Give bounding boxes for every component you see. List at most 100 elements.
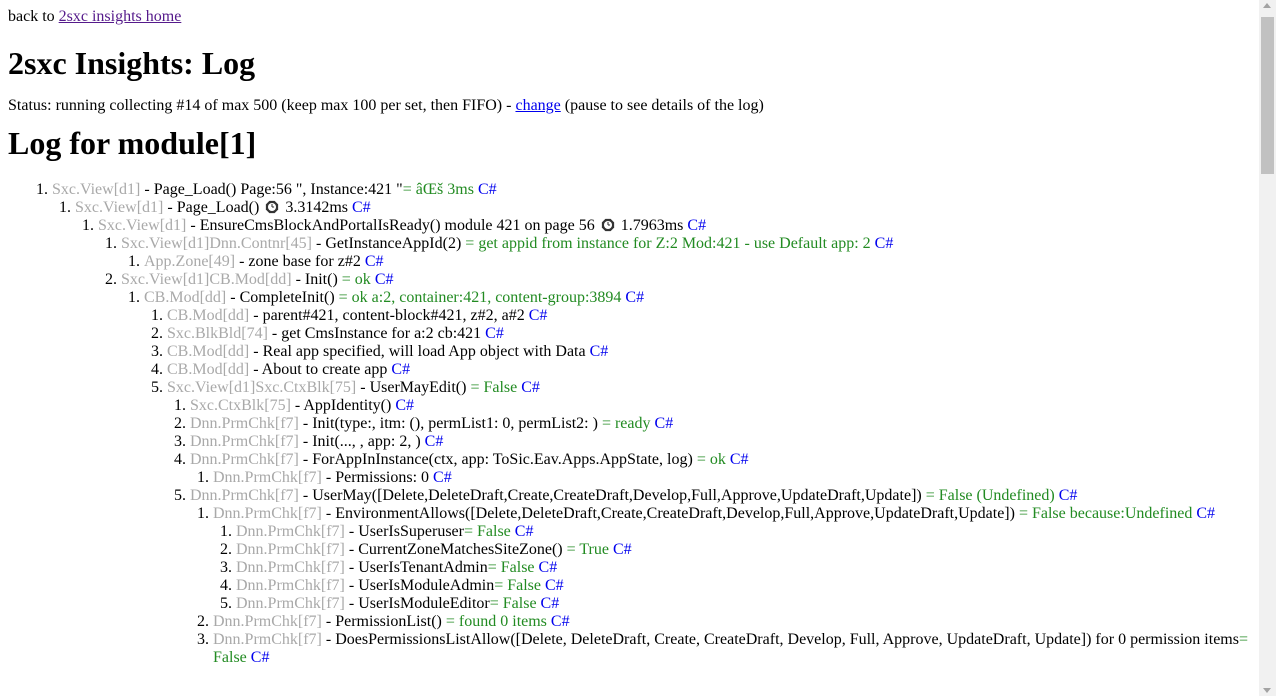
log-sublist: Dnn.PrmChk[f7] - UserIsSuperuser= False … <box>213 523 1258 613</box>
log-entry-row: Sxc.View[d1]Sxc.CtxBlk[75] - UserMayEdit… <box>167 379 1258 397</box>
log-message: - Page_Load() <box>163 199 264 216</box>
log-result: = ok <box>341 271 371 288</box>
log-source: Sxc.View[d1] <box>75 199 164 216</box>
log-source: Dnn.PrmChk[f7] <box>236 559 345 576</box>
code-link[interactable]: C# <box>590 343 609 360</box>
code-link[interactable]: C# <box>515 523 534 540</box>
log-message: - Init(type:, itm: (), permList1: 0, per… <box>298 415 602 432</box>
log-result: = False <box>470 379 518 396</box>
code-link[interactable]: C# <box>1059 487 1078 504</box>
log-result: = ok a:2, container:421, content-group:3… <box>338 289 622 306</box>
log-entry-row: Sxc.BlkBld[74] - get CmsInstance for a:2… <box>167 325 1258 343</box>
scroll-down-arrow-icon[interactable] <box>1263 688 1271 693</box>
code-link[interactable]: C# <box>687 217 706 234</box>
log-source: Dnn.PrmChk[f7] <box>190 433 299 450</box>
change-link[interactable]: change <box>515 97 560 114</box>
log-message: - parent#421, content-block#421, z#2, a#… <box>249 307 525 324</box>
code-link[interactable]: C# <box>551 613 570 630</box>
log-result: = True <box>566 541 609 558</box>
log-source: CB.Mod[dd] <box>167 307 250 324</box>
log-entry-row: Sxc.CtxBlk[75] - AppIdentity() C# <box>190 397 1258 415</box>
code-link[interactable]: C# <box>425 433 444 450</box>
code-link[interactable]: C# <box>395 397 414 414</box>
log-message: - Page_Load() Page:56 ", Instance:421 " <box>140 181 403 198</box>
code-link[interactable]: C# <box>375 271 394 288</box>
log-source: Dnn.PrmChk[f7] <box>236 595 345 612</box>
log-source: Dnn.PrmChk[f7] <box>236 541 345 558</box>
log-message: - UserMay([Delete,DeleteDraft,Create,Cre… <box>298 487 926 504</box>
code-link[interactable]: C# <box>485 325 504 342</box>
log-sublist: CB.Mod[dd] - parent#421, content-block#4… <box>144 307 1258 667</box>
log-result: = False <box>489 595 537 612</box>
log-sublist: Sxc.View[d1] - EnsureCmsBlockAndPortalIs… <box>75 217 1258 667</box>
code-link[interactable]: C# <box>391 361 410 378</box>
log-source: Sxc.View[d1]CB.Mod[dd] <box>121 271 292 288</box>
log-sublist: Sxc.CtxBlk[75] - AppIdentity() C#Dnn.Prm… <box>167 397 1258 667</box>
log-source: CB.Mod[dd] <box>167 361 250 378</box>
log-entry: Dnn.PrmChk[f7] - Init(type:, itm: (), pe… <box>190 415 1258 433</box>
scroll-up-arrow-icon[interactable] <box>1263 3 1271 8</box>
log-entry: CB.Mod[dd] - About to create app C# <box>167 361 1258 379</box>
status-line: Status: running collecting #14 of max 50… <box>8 97 1258 115</box>
log-entry: CB.Mod[dd] - parent#421, content-block#4… <box>167 307 1258 325</box>
log-entry-row: Sxc.View[d1]Dnn.Contnr[45] - GetInstance… <box>121 235 1258 253</box>
code-link[interactable]: C# <box>875 235 894 252</box>
code-link[interactable]: C# <box>625 289 644 306</box>
clock-icon <box>601 218 614 232</box>
back-line: back to 2sxc insights home <box>8 8 1258 26</box>
log-entry-row: Dnn.PrmChk[f7] - UserIsTenantAdmin= Fals… <box>236 559 1258 577</box>
log-sublist: Dnn.PrmChk[f7] - Permissions: 0 C# <box>190 469 1258 487</box>
log-message: - ForAppInInstance(ctx, app: ToSic.Eav.A… <box>298 451 697 468</box>
code-link[interactable]: C# <box>545 577 564 594</box>
log-source: CB.Mod[dd] <box>144 289 227 306</box>
code-link[interactable]: C# <box>365 253 384 270</box>
log-result: = False <box>487 559 535 576</box>
code-link[interactable]: C# <box>655 415 674 432</box>
clock-icon <box>266 200 279 214</box>
log-message: - UserIsModuleAdmin <box>344 577 495 594</box>
insights-home-link[interactable]: 2sxc insights home <box>59 8 182 25</box>
scroll-thumb[interactable] <box>1261 17 1274 174</box>
log-message: - UserIsSuperuser <box>344 523 464 540</box>
log-message: - zone base for z#2 <box>235 253 361 270</box>
log-source: Sxc.CtxBlk[75] <box>190 397 291 414</box>
code-link[interactable]: C# <box>539 559 558 576</box>
code-link[interactable]: C# <box>433 469 452 486</box>
code-link[interactable]: C# <box>541 595 560 612</box>
log-entry-row: CB.Mod[dd] - Real app specified, will lo… <box>167 343 1258 361</box>
log-message: - Init() <box>291 271 342 288</box>
code-link[interactable]: C# <box>613 541 632 558</box>
log-entry-row: Dnn.PrmChk[f7] - EnvironmentAllows([Dele… <box>213 505 1258 523</box>
log-entry: Dnn.PrmChk[f7] - UserIsSuperuser= False … <box>236 523 1258 541</box>
log-sublist: CB.Mod[dd] - CompleteInit() = ok a:2, co… <box>121 289 1258 667</box>
log-sublist: Sxc.View[d1]Dnn.Contnr[45] - GetInstance… <box>98 235 1258 667</box>
code-link[interactable]: C# <box>251 649 270 666</box>
log-message: - Init(..., , app: 2, ) <box>298 433 421 450</box>
log-entry: Dnn.PrmChk[f7] - PermissionList() = foun… <box>213 613 1258 631</box>
code-link[interactable]: C# <box>521 379 540 396</box>
code-link[interactable]: C# <box>529 307 548 324</box>
code-link[interactable]: C# <box>352 199 371 216</box>
log-source: Sxc.BlkBld[74] <box>167 325 268 342</box>
log-message: - UserMayEdit() <box>356 379 471 396</box>
log-source: Dnn.PrmChk[f7] <box>213 613 322 630</box>
log-entry: Sxc.BlkBld[74] - get CmsInstance for a:2… <box>167 325 1258 343</box>
log-entry: Sxc.View[d1] - Page_Load() 3.3142ms C#Sx… <box>75 199 1258 667</box>
log-entry: Dnn.PrmChk[f7] - EnvironmentAllows([Dele… <box>213 505 1258 613</box>
log-entry: Sxc.View[d1]CB.Mod[dd] - Init() = ok C#C… <box>121 271 1258 667</box>
log-entry: CB.Mod[dd] - Real app specified, will lo… <box>167 343 1258 361</box>
vertical-scrollbar[interactable] <box>1259 0 1276 696</box>
log-message: - UserIsModuleEditor <box>344 595 490 612</box>
log-result: = found 0 items <box>445 613 547 630</box>
code-link[interactable]: C# <box>730 451 749 468</box>
code-link[interactable]: C# <box>478 181 497 198</box>
log-source: CB.Mod[dd] <box>167 343 250 360</box>
log-message: - Permissions: 0 <box>321 469 430 486</box>
log-entry-row: Dnn.PrmChk[f7] - Permissions: 0 C# <box>213 469 1258 487</box>
log-entry: Dnn.PrmChk[f7] - UserIsModuleAdmin= Fals… <box>236 577 1258 595</box>
log-message: - get CmsInstance for a:2 cb:421 <box>267 325 482 342</box>
code-link[interactable]: C# <box>1196 505 1215 522</box>
log-entry: Sxc.View[d1]Sxc.CtxBlk[75] - UserMayEdit… <box>167 379 1258 667</box>
log-entry: App.Zone[49] - zone base for z#2 C# <box>144 253 1258 271</box>
log-sublist: Dnn.PrmChk[f7] - EnvironmentAllows([Dele… <box>190 505 1258 667</box>
